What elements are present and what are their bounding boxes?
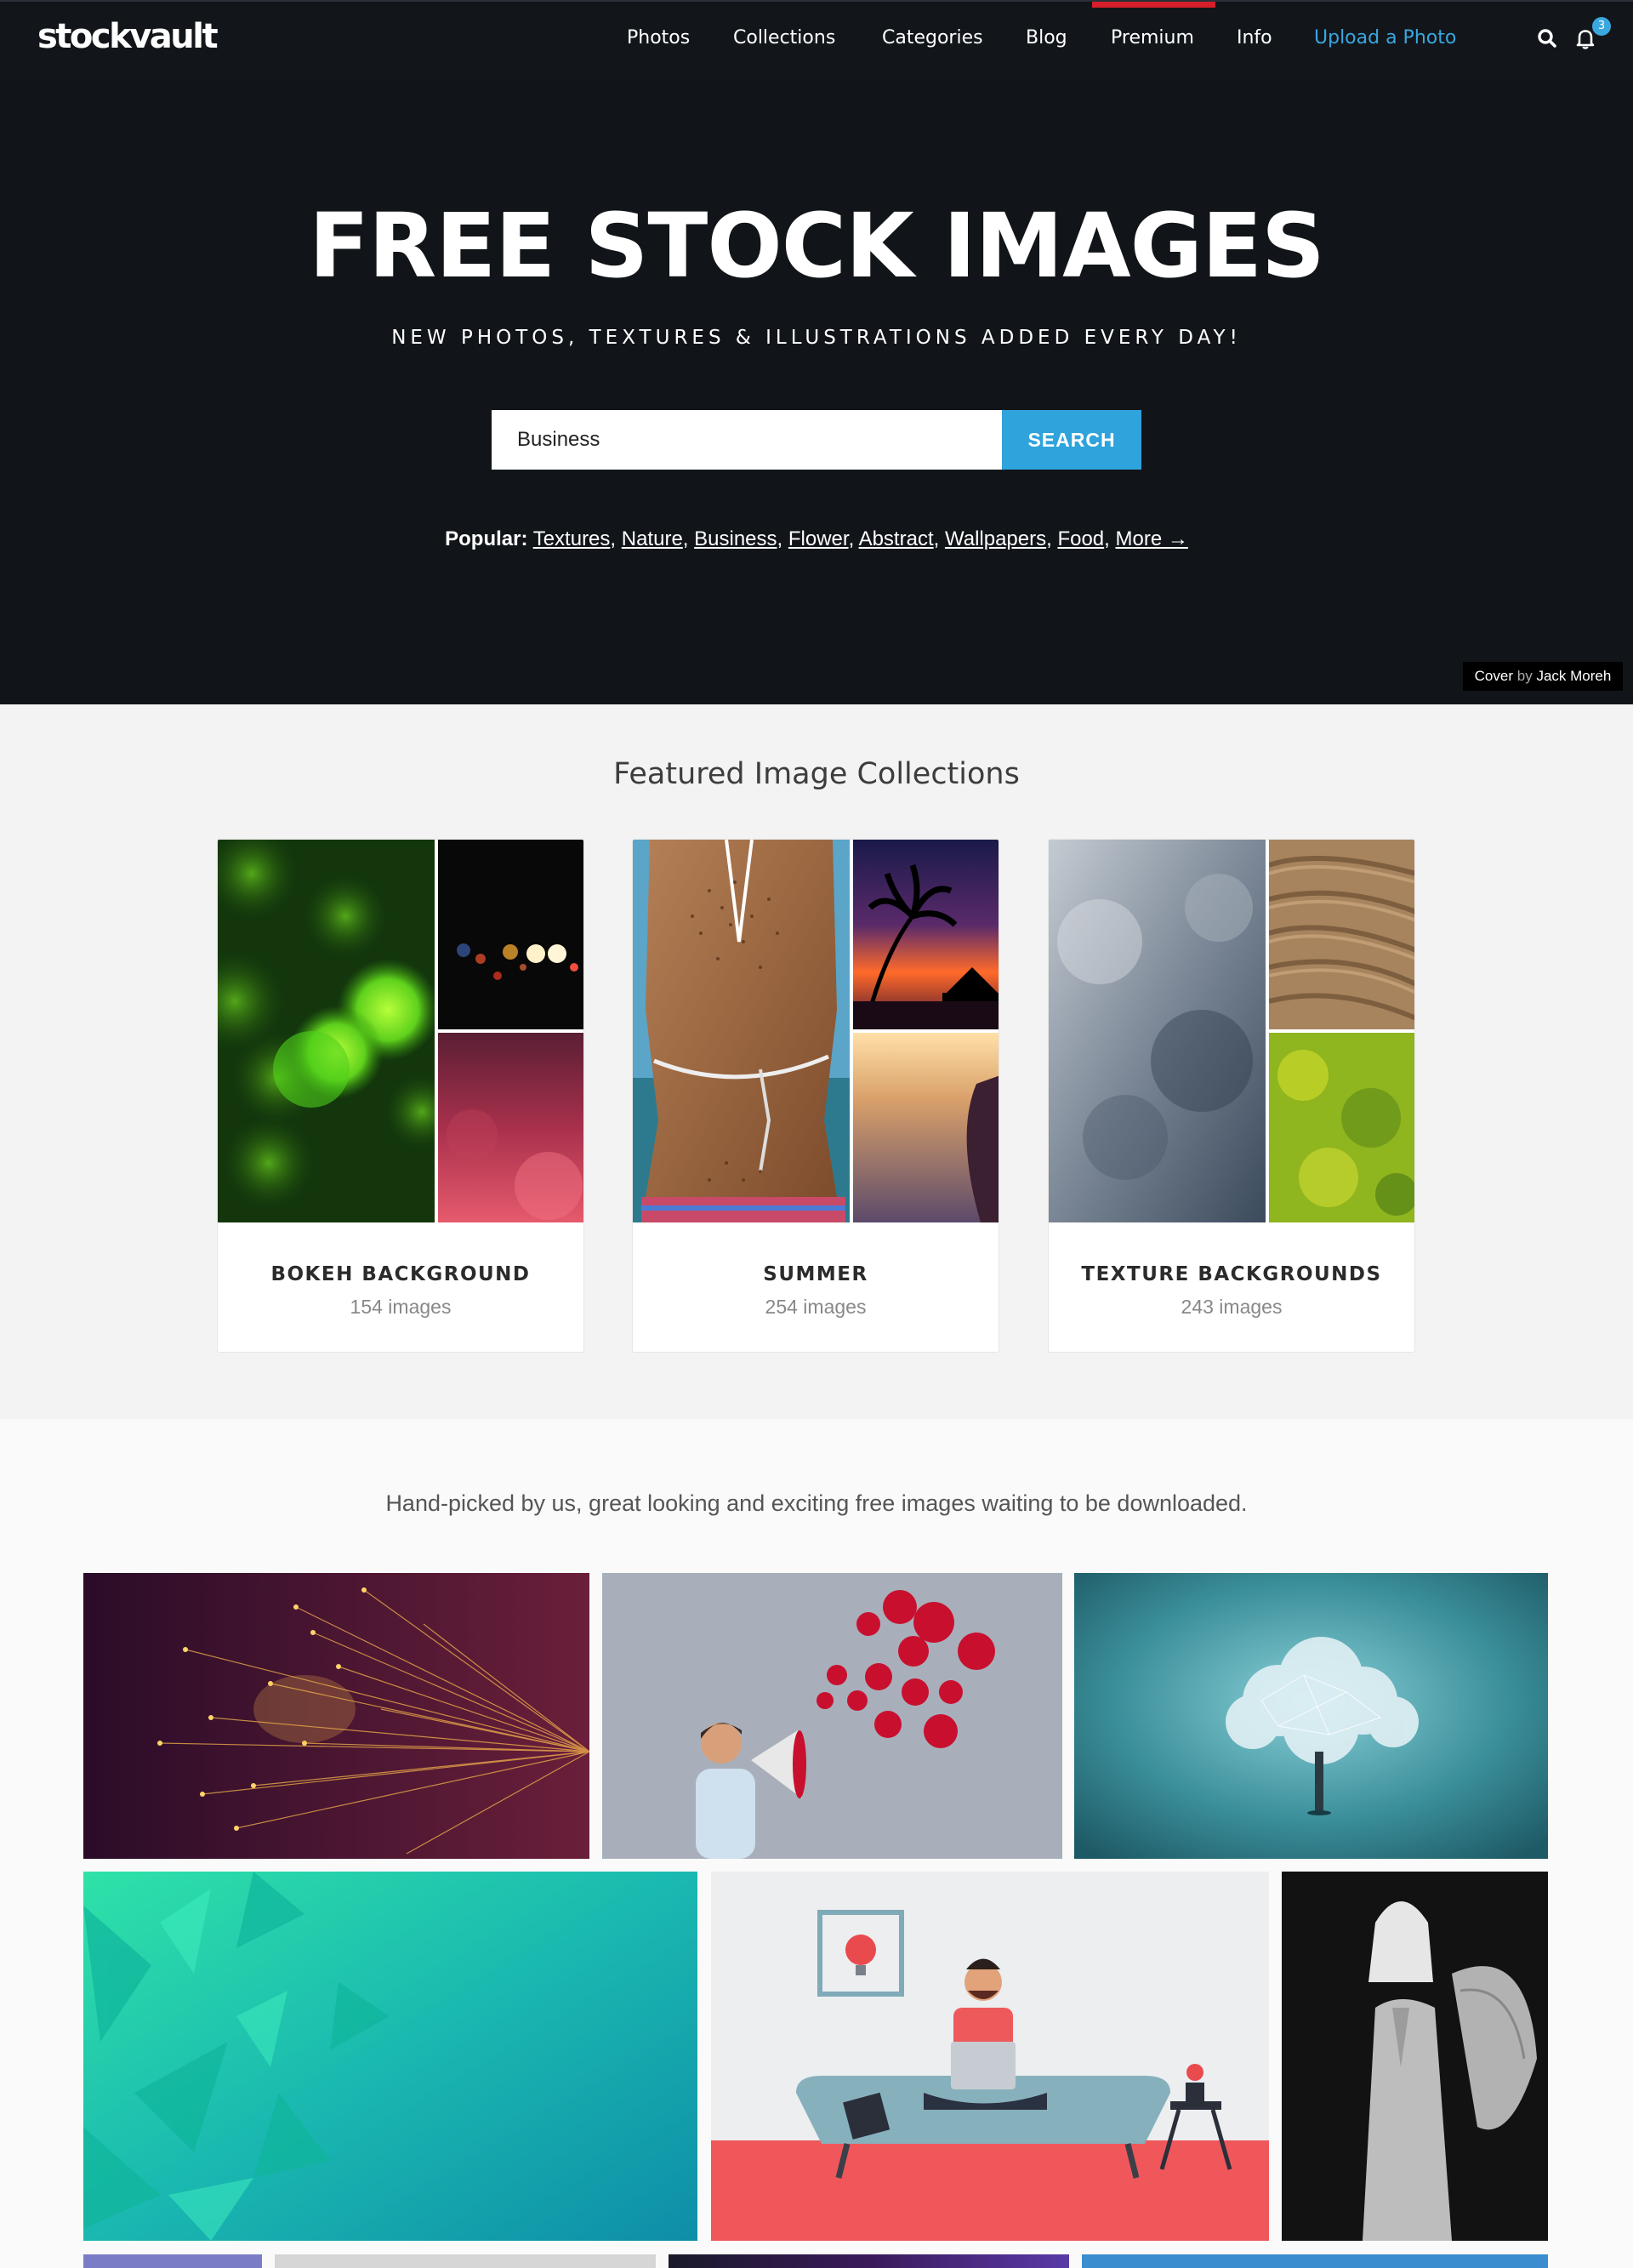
- texture-sand-image[interactable]: [1269, 840, 1415, 1029]
- grid-tagline: Hand-picked by us, great looking and exc…: [385, 1490, 1248, 1516]
- notification-badge: 3: [1592, 17, 1611, 36]
- angel-woman-bw-image[interactable]: [1282, 1872, 1548, 2241]
- credit-by: by: [1516, 668, 1533, 684]
- teal-geometric-image[interactable]: [83, 1872, 697, 2241]
- nav-premium[interactable]: Premium: [1111, 27, 1194, 48]
- collection-name[interactable]: TEXTURE BACKGROUNDS: [1049, 1263, 1414, 1285]
- grid-image-row3-2[interactable]: [275, 2254, 656, 2268]
- collection-count: 243 images: [1181, 1296, 1283, 1318]
- grid-image-row3-1[interactable]: [83, 2254, 262, 2268]
- collection-card-bokeh[interactable]: BOKEH BACKGROUND 154 images: [217, 839, 584, 1353]
- collection-card-texture[interactable]: TEXTURE BACKGROUNDS 243 images: [1048, 839, 1415, 1353]
- popular-link-food[interactable]: Food: [1057, 527, 1104, 550]
- bokeh-green-image[interactable]: [218, 840, 435, 1222]
- featured-collections-section: Featured Image Collections BOKEH BACKGRO…: [0, 704, 1633, 1419]
- megaphone-marketing-image[interactable]: [602, 1573, 1062, 1859]
- popular-link-textures[interactable]: Textures: [533, 527, 611, 550]
- top-navigation-bar: stockvault Photos Collections Categories…: [0, 0, 1633, 78]
- cloud-network-image[interactable]: [1074, 1573, 1548, 1859]
- popular-link-nature[interactable]: Nature: [622, 527, 683, 550]
- hero-subtitle: NEW PHOTOS, TEXTURES & ILLUSTRATIONS ADD…: [391, 327, 1242, 349]
- texture-grunge-image[interactable]: [1049, 840, 1266, 1222]
- popular-tags: Popular: Textures, Nature, Business, Flo…: [445, 527, 1188, 550]
- collection-count: 254 images: [765, 1296, 867, 1318]
- hero-section: FREE STOCK IMAGES NEW PHOTOS, TEXTURES &…: [0, 78, 1633, 704]
- stockvault-logo[interactable]: stockvault: [37, 17, 219, 56]
- texture-green-paint-image[interactable]: [1269, 1033, 1415, 1222]
- premium-active-marker: [1092, 2, 1215, 8]
- nav-info[interactable]: Info: [1237, 27, 1272, 48]
- collection-name[interactable]: SUMMER: [633, 1263, 999, 1285]
- credit-prefix: Cover: [1474, 668, 1514, 684]
- nav-categories[interactable]: Categories: [882, 27, 983, 48]
- popular-link-flower[interactable]: Flower: [788, 527, 849, 550]
- grid-image-row3-4[interactable]: [1082, 2254, 1548, 2268]
- nav-blog[interactable]: Blog: [1026, 27, 1067, 48]
- summer-beach-back-image[interactable]: [633, 840, 850, 1222]
- collection-card-summer[interactable]: SUMMER 254 images: [632, 839, 999, 1353]
- summer-field-image[interactable]: [853, 1033, 999, 1222]
- popular-link-wallpapers[interactable]: Wallpapers: [945, 527, 1046, 550]
- nav-photos[interactable]: Photos: [627, 27, 690, 48]
- featured-title: Featured Image Collections: [613, 757, 1020, 791]
- man-laptop-illustration[interactable]: [711, 1872, 1269, 2241]
- grid-image-row3-3[interactable]: [669, 2254, 1069, 2268]
- cover-credit[interactable]: Cover by Jack Moreh: [1463, 662, 1623, 691]
- bokeh-pink-image[interactable]: [438, 1033, 584, 1222]
- nav-upload-photo[interactable]: Upload a Photo: [1314, 27, 1456, 48]
- popular-link-more[interactable]: More →: [1116, 527, 1188, 550]
- collection-name[interactable]: BOKEH BACKGROUND: [218, 1263, 583, 1285]
- popular-link-abstract[interactable]: Abstract: [859, 527, 934, 550]
- credit-author[interactable]: Jack Moreh: [1536, 668, 1611, 684]
- summer-palm-sunset-image[interactable]: [853, 840, 999, 1029]
- nav-collections[interactable]: Collections: [733, 27, 835, 48]
- search-input[interactable]: [492, 410, 1002, 470]
- popular-link-business[interactable]: Business: [694, 527, 777, 550]
- bokeh-night-lights-image[interactable]: [438, 840, 584, 1029]
- search-icon[interactable]: [1536, 26, 1560, 51]
- popular-label: Popular:: [445, 527, 528, 550]
- search-button[interactable]: SEARCH: [1002, 410, 1141, 470]
- collection-count: 154 images: [350, 1296, 452, 1318]
- hero-title: FREE STOCK IMAGES: [309, 194, 1325, 298]
- fiber-optic-image[interactable]: [83, 1573, 589, 1859]
